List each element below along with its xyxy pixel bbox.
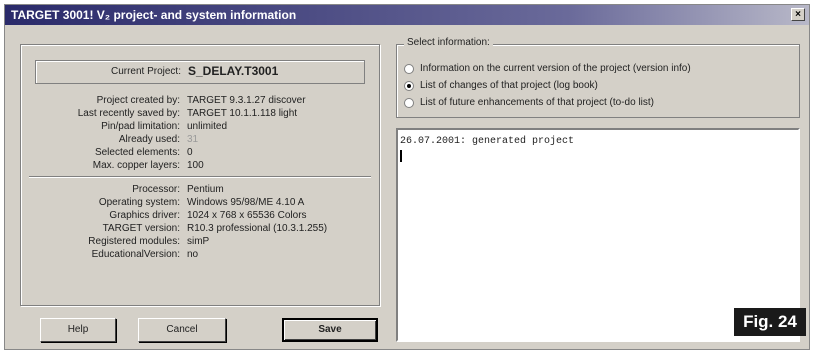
text-caret	[400, 150, 402, 162]
project-system-panel: Current Project: S_DELAY.T3001 Project c…	[20, 44, 380, 306]
radio-label-log-book: List of changes of that project (log boo…	[420, 80, 598, 91]
field-value-selected-elements: 0	[187, 147, 193, 158]
field-label-os: Operating system:	[98, 197, 180, 208]
field-label-target-version: TARGET version:	[102, 223, 180, 234]
field-value-target-version: R10.3 professional (10.3.1.255)	[187, 223, 328, 234]
field-value-processor: Pentium	[187, 184, 224, 195]
section-divider	[29, 176, 371, 178]
figure-label: Fig. 24	[734, 308, 806, 336]
radio-log-book[interactable]: List of changes of that project (log boo…	[404, 80, 784, 93]
select-information-label: Select information:	[404, 37, 493, 48]
save-button[interactable]: Save	[282, 318, 378, 342]
field-label-graphics-driver: Graphics driver:	[109, 210, 180, 221]
current-project-box: Current Project: S_DELAY.T3001	[35, 60, 365, 84]
field-label-copper-layers: Max. copper layers:	[92, 160, 180, 171]
help-button[interactable]: Help	[40, 318, 116, 342]
radio-todo-list[interactable]: List of future enhancements of that proj…	[404, 97, 784, 110]
title-bar[interactable]: TARGET 3001! V₂ project- and system info…	[5, 5, 809, 25]
radio-version-info[interactable]: Information on the current version of th…	[404, 63, 784, 76]
field-label-modules: Registered modules:	[88, 236, 180, 247]
field-label-processor: Processor:	[132, 184, 180, 195]
radio-button-icon[interactable]	[404, 98, 414, 108]
field-label-saved-by: Last recently saved by:	[77, 108, 180, 119]
window-title: TARGET 3001! V₂ project- and system info…	[11, 8, 297, 22]
field-value-copper-layers: 100	[187, 160, 204, 171]
radio-button-selected-icon[interactable]	[404, 81, 414, 91]
field-label-educational: EducationalVersion:	[91, 249, 180, 260]
field-label-already-used: Already used:	[118, 134, 180, 145]
field-value-educational: no	[187, 249, 199, 260]
field-label-created-by: Project created by:	[96, 95, 180, 106]
field-label-selected-elements: Selected elements:	[94, 147, 180, 158]
radio-label-todo-list: List of future enhancements of that proj…	[420, 97, 655, 108]
cancel-button[interactable]: Cancel	[138, 318, 226, 342]
field-value-created-by: TARGET 9.3.1.27 discover	[187, 95, 306, 106]
field-value-os: Windows 95/98/ME 4.10 A	[187, 197, 305, 208]
field-label-pin-limitation: Pin/pad limitation:	[101, 121, 180, 132]
field-value-already-used: 31	[187, 134, 199, 145]
field-value-graphics-driver: 1024 x 768 x 65536 Colors	[187, 210, 307, 221]
close-icon[interactable]: ×	[791, 8, 805, 21]
field-value-modules: simP	[187, 236, 210, 247]
field-value-saved-by: TARGET 10.1.1.118 light	[187, 108, 298, 119]
radio-label-version-info: Information on the current version of th…	[420, 63, 691, 74]
log-line: 26.07.2001: generated project	[400, 136, 575, 147]
field-value-pin-limitation: unlimited	[187, 121, 228, 132]
radio-button-icon[interactable]	[404, 64, 414, 74]
current-project-value: S_DELAY.T3001	[188, 64, 279, 78]
current-project-label: Current Project:	[110, 66, 181, 77]
